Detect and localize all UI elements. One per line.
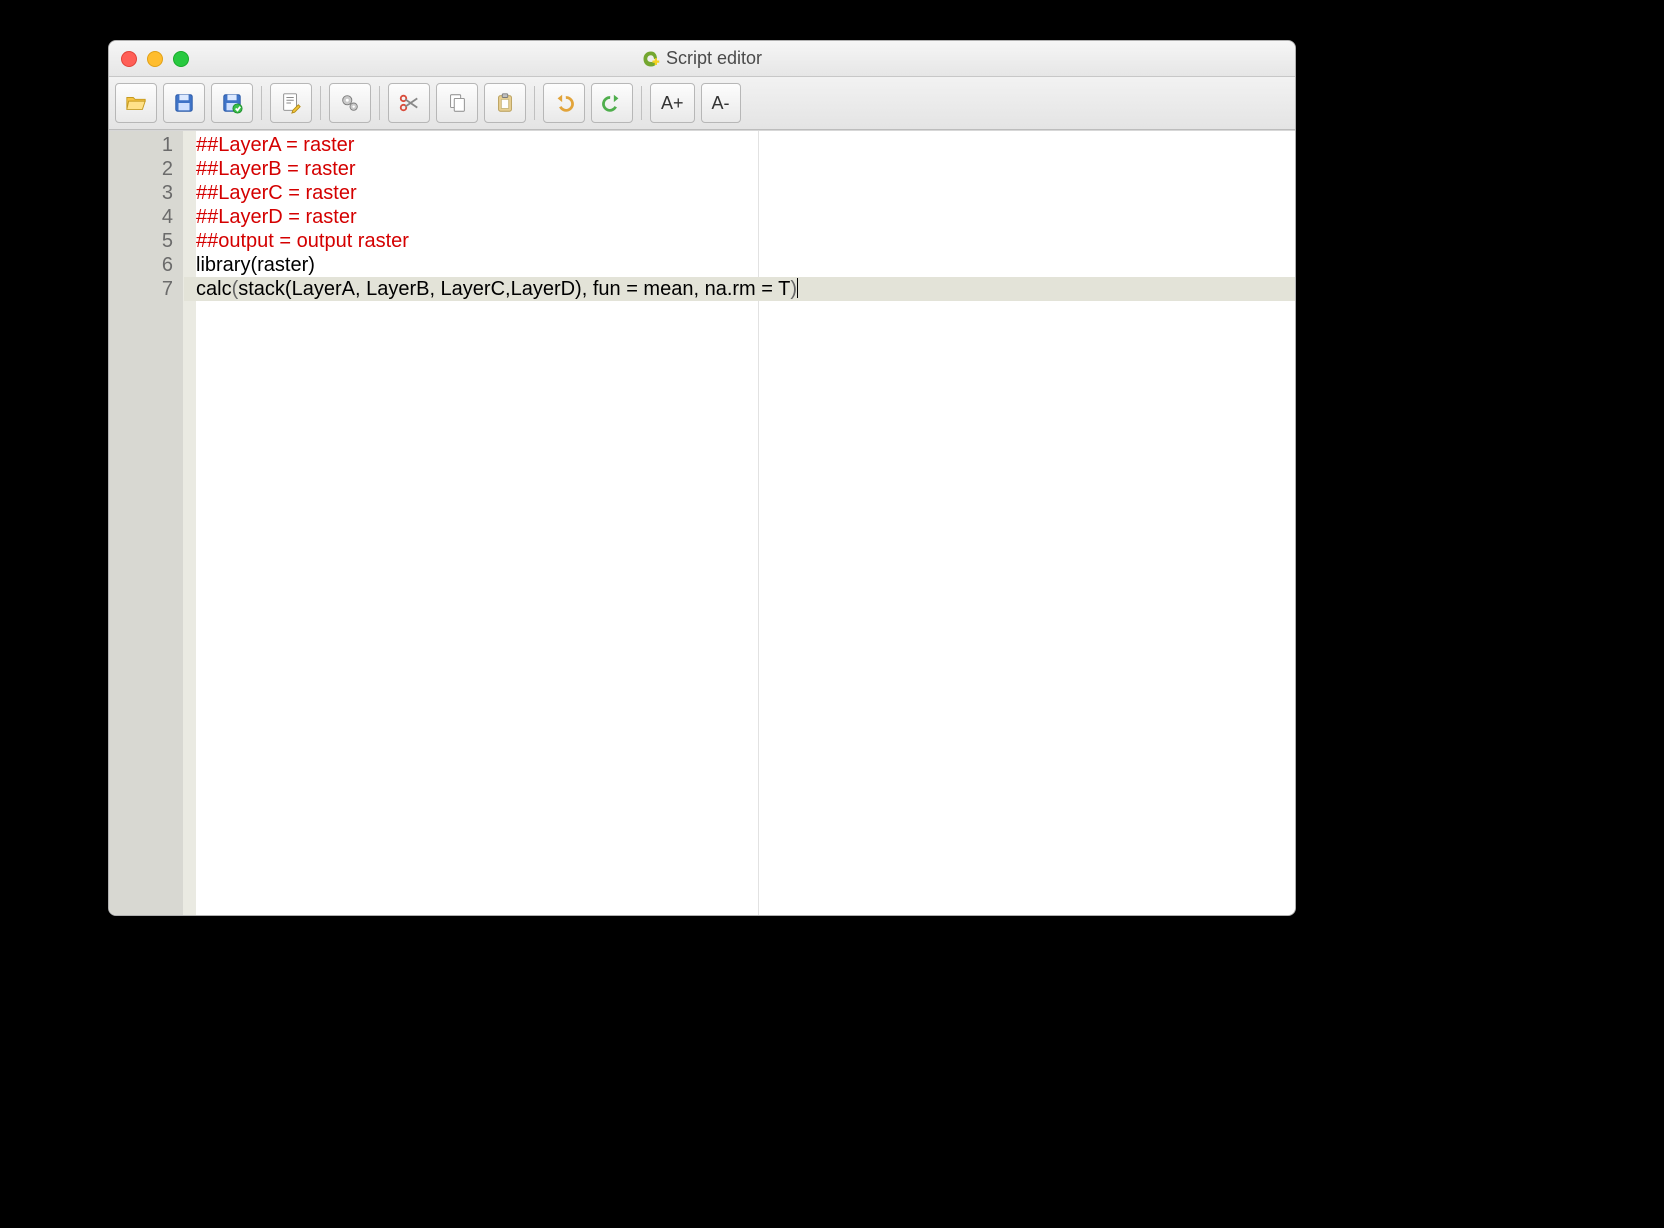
save-icon bbox=[173, 92, 195, 114]
code-token: ##LayerB = raster bbox=[196, 158, 356, 180]
gears-icon bbox=[339, 92, 361, 114]
window-title: Script editor bbox=[109, 48, 1295, 69]
clipboard-icon bbox=[494, 92, 516, 114]
code-token: calc bbox=[196, 278, 232, 300]
line-number: 6 bbox=[109, 253, 183, 277]
copy-button[interactable] bbox=[436, 83, 478, 123]
toolbar-separator bbox=[379, 86, 380, 120]
toolbar: A+ A- bbox=[109, 77, 1295, 130]
decrease-font-label: A- bbox=[712, 93, 730, 114]
close-window-button[interactable] bbox=[121, 51, 137, 67]
code-line[interactable]: ##LayerB = raster bbox=[196, 157, 1295, 181]
undo-icon bbox=[553, 92, 575, 114]
code-token: ##LayerD = raster bbox=[196, 206, 357, 228]
open-button[interactable] bbox=[115, 83, 157, 123]
window-title-text: Script editor bbox=[666, 48, 762, 69]
code-token: ) bbox=[790, 278, 797, 300]
cut-button[interactable] bbox=[388, 83, 430, 123]
text-caret bbox=[797, 278, 798, 298]
line-number: 5 bbox=[109, 229, 183, 253]
line-number-gutter: 1234567 bbox=[109, 131, 184, 915]
script-editor-window: Script editor bbox=[108, 40, 1296, 916]
save-button[interactable] bbox=[163, 83, 205, 123]
code-token: ##LayerA = raster bbox=[196, 134, 354, 156]
copy-icon bbox=[446, 92, 468, 114]
undo-button[interactable] bbox=[543, 83, 585, 123]
line-number: 2 bbox=[109, 157, 183, 181]
code-line[interactable]: ##output = output raster bbox=[196, 229, 1295, 253]
increase-font-button[interactable]: A+ bbox=[650, 83, 695, 123]
code-token: ##LayerC = raster bbox=[196, 182, 357, 204]
decrease-font-button[interactable]: A- bbox=[701, 83, 741, 123]
toolbar-separator bbox=[320, 86, 321, 120]
redo-button[interactable] bbox=[591, 83, 633, 123]
code-line[interactable]: ##LayerD = raster bbox=[196, 205, 1295, 229]
window-controls bbox=[121, 51, 189, 67]
line-number: 3 bbox=[109, 181, 183, 205]
code-token: library(raster) bbox=[196, 254, 315, 276]
toolbar-separator bbox=[534, 86, 535, 120]
paste-button[interactable] bbox=[484, 83, 526, 123]
toolbar-separator bbox=[261, 86, 262, 120]
increase-font-label: A+ bbox=[661, 93, 684, 114]
redo-icon bbox=[601, 92, 623, 114]
edit-metadata-button[interactable] bbox=[270, 83, 312, 123]
code-editor[interactable]: 1234567 ##LayerA = raster##LayerB = rast… bbox=[109, 130, 1295, 915]
document-edit-icon bbox=[280, 92, 302, 114]
line-number: 1 bbox=[109, 133, 183, 157]
code-area[interactable]: ##LayerA = raster##LayerB = raster##Laye… bbox=[184, 131, 1295, 915]
code-token: stack(LayerA, LayerB, LayerC,LayerD), fu… bbox=[238, 278, 790, 300]
folder-open-icon bbox=[125, 92, 147, 114]
qgis-icon bbox=[642, 50, 660, 68]
zoom-window-button[interactable] bbox=[173, 51, 189, 67]
titlebar: Script editor bbox=[109, 41, 1295, 77]
code-line[interactable]: ##LayerC = raster bbox=[196, 181, 1295, 205]
code-line[interactable]: ##LayerA = raster bbox=[196, 133, 1295, 157]
edge-column-guide bbox=[758, 131, 759, 915]
code-token: ##output = output raster bbox=[196, 230, 409, 252]
code-line[interactable]: library(raster) bbox=[196, 253, 1295, 277]
minimize-window-button[interactable] bbox=[147, 51, 163, 67]
save-as-button[interactable] bbox=[211, 83, 253, 123]
save-as-icon bbox=[221, 92, 243, 114]
line-number: 4 bbox=[109, 205, 183, 229]
toolbar-separator bbox=[641, 86, 642, 120]
run-button[interactable] bbox=[329, 83, 371, 123]
scissors-icon bbox=[398, 92, 420, 114]
line-number: 7 bbox=[109, 277, 183, 301]
